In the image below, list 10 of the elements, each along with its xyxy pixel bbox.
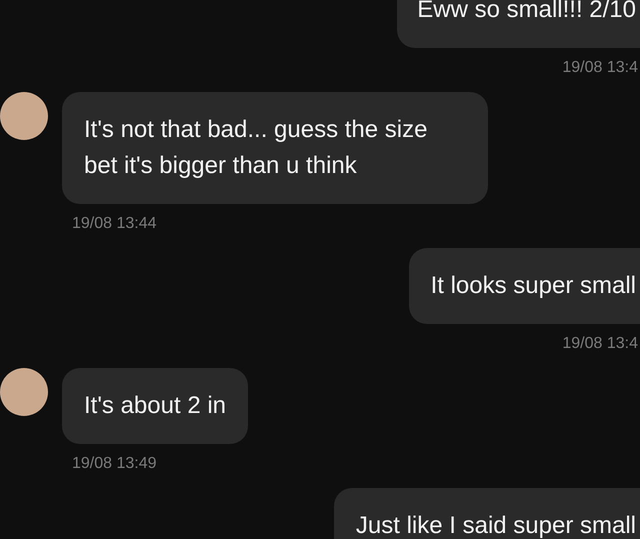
- message-bubble: It's not that bad... guess the size bet it's bigger than u think: [62, 92, 488, 204]
- message-timestamp: 19/08 13:4: [562, 334, 639, 354]
- message-timestamp: 19/08 13:49: [71, 454, 158, 474]
- avatar-placeholder: [0, 368, 48, 416]
- avatar-placeholder: [0, 92, 48, 140]
- message-timestamp: 19/08 13:44: [71, 214, 158, 234]
- message-timestamp: 19/08 13:4: [562, 58, 639, 78]
- message-bubble: Just like I said super small: [334, 488, 640, 539]
- message-bubble: It looks super small: [408, 248, 640, 324]
- message-bubble: It's about 2 in: [62, 368, 248, 444]
